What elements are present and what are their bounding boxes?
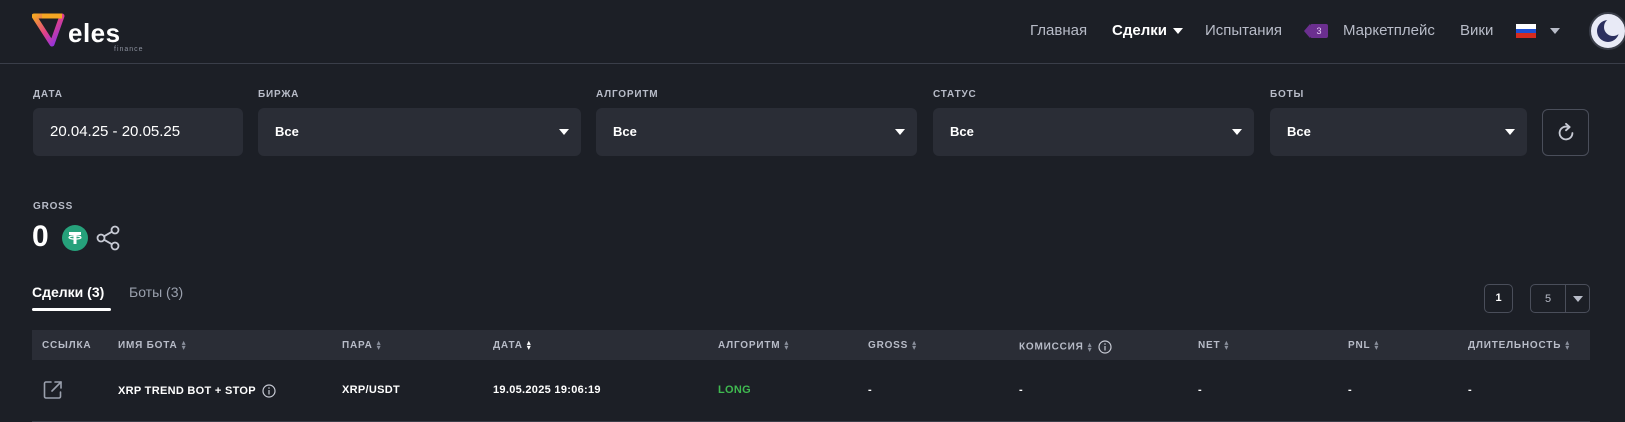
gross-cell: - bbox=[868, 384, 872, 396]
veles-logo[interactable]: eles finance bbox=[32, 12, 143, 53]
nav-marketplace[interactable]: Маркетплейс bbox=[1343, 22, 1435, 40]
info-icon[interactable] bbox=[1098, 340, 1113, 354]
sort-icon: ▴ ▾ bbox=[1374, 338, 1380, 353]
page-1-button[interactable]: 1 bbox=[1484, 284, 1513, 313]
bots-filter-label: БОТЫ bbox=[1270, 89, 1305, 100]
column-pnl-label: PNL bbox=[1348, 340, 1371, 351]
column-net-label: NET bbox=[1198, 340, 1221, 351]
chevron-down-icon bbox=[1505, 129, 1515, 135]
column-date-label: ДАТА bbox=[493, 340, 523, 351]
bots-select[interactable]: Все bbox=[1270, 108, 1527, 156]
column-algorithm[interactable]: АЛГОРИТМ ▴ ▾ bbox=[718, 338, 790, 353]
date-range-value: 20.04.25 - 20.05.25 bbox=[50, 123, 181, 140]
duration-cell: - bbox=[1468, 384, 1472, 396]
share-icon[interactable] bbox=[96, 225, 120, 251]
sort-icon: ▴ ▾ bbox=[912, 338, 917, 353]
column-bot-name[interactable]: ИМЯ БОТА ▴ ▾ bbox=[118, 338, 187, 353]
nav-deals-label: Сделки bbox=[1112, 22, 1167, 39]
sort-icon: ▴ ▾ bbox=[1087, 340, 1093, 354]
table-row[interactable]: XRP TREND BOT + STOP XRP/USDT 19.05.2025… bbox=[32, 360, 1590, 422]
chevron-down-icon bbox=[1573, 296, 1583, 302]
status-select[interactable]: Все bbox=[933, 108, 1254, 156]
column-pair-label: ПАРА bbox=[342, 340, 373, 351]
column-duration[interactable]: ДЛИТЕЛЬНОСТЬ ▴ ▾ bbox=[1468, 338, 1571, 353]
chevron-down-icon bbox=[559, 129, 569, 135]
nav-tests[interactable]: Испытания bbox=[1205, 22, 1282, 40]
status-filter-label: СТАТУС bbox=[933, 89, 977, 100]
tab-deals[interactable]: Сделки (3) bbox=[32, 283, 104, 301]
algorithm-cell: LONG bbox=[718, 384, 751, 396]
gross-value: 0 bbox=[32, 220, 49, 253]
date-cell: 19.05.2025 19:06:19 bbox=[493, 384, 601, 396]
tests-count-badge: 3 bbox=[1304, 24, 1328, 38]
sort-icon: ▴ ▾ bbox=[1224, 338, 1230, 353]
column-duration-label: ДЛИТЕЛЬНОСТЬ bbox=[1468, 340, 1562, 351]
bot-name-cell[interactable]: XRP TREND BOT + STOP bbox=[118, 384, 276, 398]
sort-icon: ▴ ▾ bbox=[1565, 338, 1571, 353]
table-header: ССЫЛКА ИМЯ БОТА ▴ ▾ ПАРА ▴ ▾ ДАТА ▴ ▾ АЛГОРИТМ… bbox=[32, 330, 1590, 360]
veles-logo-mark-icon bbox=[32, 13, 65, 47]
bot-name-value: XRP TREND BOT + STOP bbox=[118, 384, 256, 397]
usdt-icon bbox=[62, 225, 88, 251]
column-gross-label: GROSS bbox=[868, 340, 909, 351]
column-link: ССЫЛКА bbox=[42, 340, 92, 351]
per-page-divider bbox=[1565, 285, 1566, 312]
algorithm-filter-label: АЛГОРИТМ bbox=[596, 89, 659, 100]
pair-cell: XRP/USDT bbox=[342, 384, 401, 396]
gross-label: GROSS bbox=[33, 201, 74, 212]
commission-cell: - bbox=[1019, 384, 1023, 396]
refresh-button[interactable] bbox=[1542, 109, 1589, 156]
column-gross[interactable]: GROSS ▴ ▾ bbox=[868, 338, 917, 353]
chevron-down-icon bbox=[895, 129, 905, 135]
nav-home[interactable]: Главная bbox=[1030, 22, 1087, 40]
bots-select-value: Все bbox=[1287, 124, 1311, 139]
sort-icon: ▴ ▾ bbox=[784, 338, 790, 353]
chevron-down-icon bbox=[1232, 129, 1242, 135]
column-algorithm-label: АЛГОРИТМ bbox=[718, 340, 781, 351]
external-link-icon[interactable] bbox=[42, 379, 64, 401]
theme-toggle-button[interactable] bbox=[1589, 12, 1625, 50]
exchange-select[interactable]: Все bbox=[258, 108, 581, 156]
per-page-select[interactable]: 5 bbox=[1530, 284, 1590, 313]
pnl-cell: - bbox=[1348, 384, 1352, 396]
column-pnl[interactable]: PNL ▴ ▾ bbox=[1348, 338, 1380, 353]
logo-text: eles bbox=[68, 18, 121, 48]
tab-bots[interactable]: Боты (3) bbox=[129, 283, 183, 301]
nav-deals[interactable]: Сделки bbox=[1112, 22, 1183, 40]
column-commission[interactable]: КОМИССИЯ ▴ ▾ bbox=[1019, 340, 1113, 354]
sort-icon: ▴ ▾ bbox=[376, 338, 382, 353]
column-date[interactable]: ДАТА ▴ ▾ bbox=[493, 338, 532, 353]
active-tab-indicator bbox=[32, 308, 111, 311]
refresh-icon bbox=[1558, 122, 1574, 141]
net-cell: - bbox=[1198, 384, 1202, 396]
sort-desc-icon: ▴ ▾ bbox=[526, 338, 532, 353]
status-select-value: Все bbox=[950, 124, 974, 139]
column-commission-label: КОМИССИЯ bbox=[1019, 341, 1084, 353]
logo-subtitle: finance bbox=[114, 46, 144, 53]
sort-icon: ▴ ▾ bbox=[181, 338, 187, 353]
exchange-select-value: Все bbox=[275, 124, 299, 139]
per-page-value: 5 bbox=[1545, 293, 1552, 305]
top-navbar: eles finance Главная Сделки Испытания 3 … bbox=[0, 0, 1625, 64]
column-bot-name-label: ИМЯ БОТА bbox=[118, 340, 178, 351]
algorithm-select[interactable]: Все bbox=[596, 108, 917, 156]
info-icon[interactable] bbox=[262, 384, 276, 398]
chevron-down-icon bbox=[1172, 28, 1183, 35]
language-chevron-down-icon[interactable] bbox=[1550, 28, 1560, 34]
moon-icon bbox=[1597, 18, 1622, 42]
column-pair[interactable]: ПАРА ▴ ▾ bbox=[342, 338, 382, 353]
nav-wiki[interactable]: Вики bbox=[1460, 22, 1493, 40]
column-net[interactable]: NET ▴ ▾ bbox=[1198, 338, 1230, 353]
date-filter-label: ДАТА bbox=[33, 89, 63, 100]
russian-flag-icon[interactable] bbox=[1516, 24, 1536, 38]
date-range-input[interactable]: 20.04.25 - 20.05.25 bbox=[33, 108, 243, 156]
algorithm-select-value: Все bbox=[613, 124, 637, 139]
exchange-filter-label: БИРЖА bbox=[258, 89, 300, 100]
